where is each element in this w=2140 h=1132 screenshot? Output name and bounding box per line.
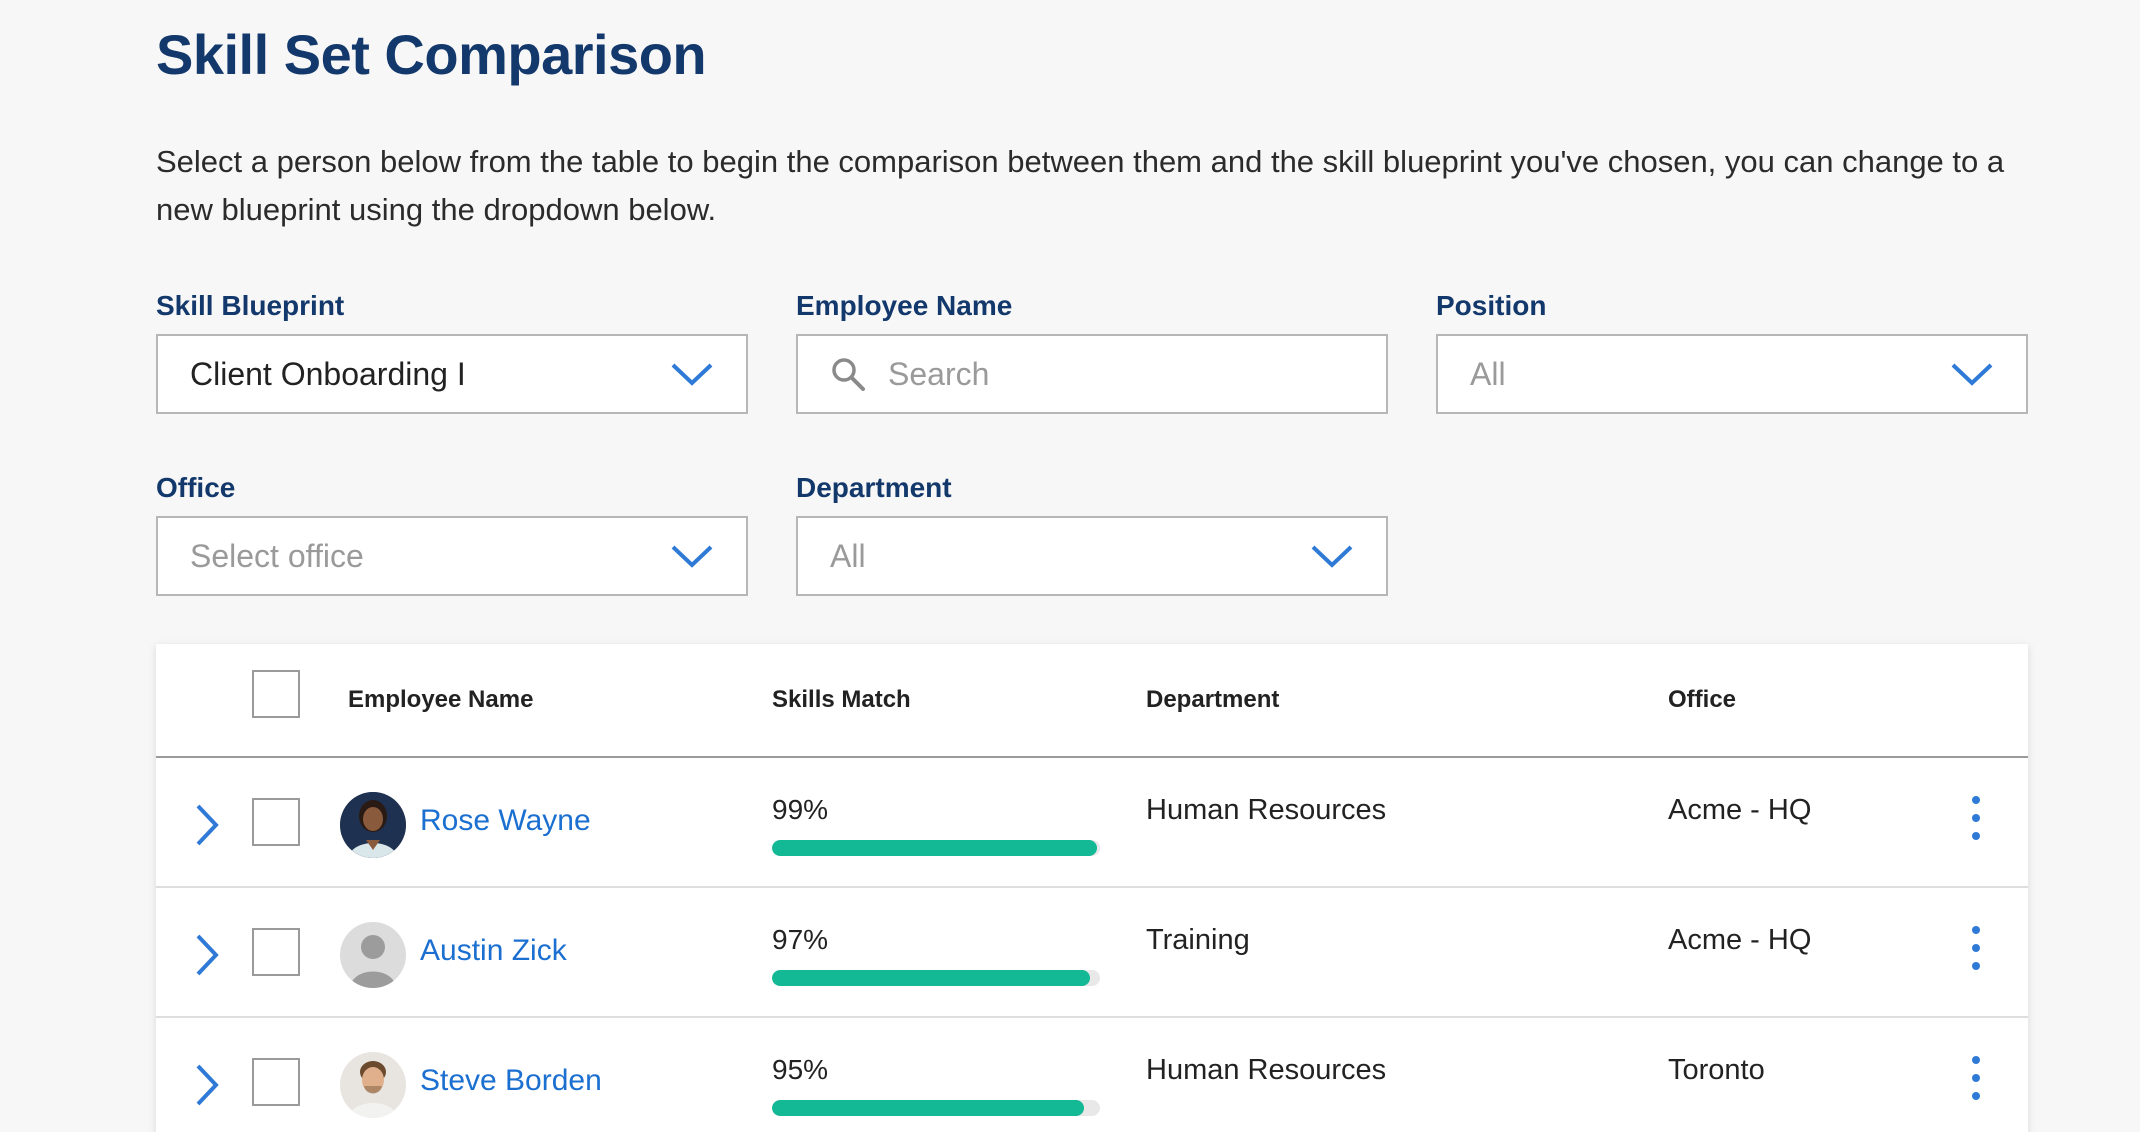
employee-search-input[interactable]: Search bbox=[866, 356, 1354, 393]
skill-blueprint-value: Client Onboarding I bbox=[190, 355, 466, 392]
position-select[interactable]: All bbox=[1436, 334, 2028, 414]
position-label: Position bbox=[1436, 290, 1547, 321]
page: Skill Set Comparison Select a person bel… bbox=[0, 0, 2140, 1132]
office-select[interactable]: Select office bbox=[156, 516, 748, 596]
column-header-office[interactable]: Office bbox=[1668, 686, 1736, 714]
office-cell: Toronto bbox=[1668, 1054, 1765, 1086]
chevron-down-icon bbox=[671, 363, 713, 386]
skills-match-bar bbox=[772, 1100, 1100, 1116]
office-cell: Acme - HQ bbox=[1668, 794, 1812, 826]
column-header-department[interactable]: Department bbox=[1146, 686, 1279, 714]
default-user-icon bbox=[340, 922, 406, 988]
column-header-employee-name[interactable]: Employee Name bbox=[348, 686, 533, 714]
department-cell: Human Resources bbox=[1146, 1054, 1387, 1086]
column-header-skills-match[interactable]: Skills Match bbox=[772, 686, 911, 714]
office-label: Office bbox=[156, 472, 236, 503]
skills-match-bar bbox=[772, 840, 1100, 856]
table-row[interactable]: Rose Wayne 99% Human Resources Acme - HQ bbox=[156, 758, 2028, 888]
more-options-icon[interactable] bbox=[1966, 794, 1986, 842]
row-checkbox[interactable] bbox=[252, 928, 300, 976]
department-label: Department bbox=[796, 472, 952, 503]
office-value: Select office bbox=[190, 537, 364, 574]
department-value: All bbox=[830, 537, 866, 574]
search-icon bbox=[832, 358, 865, 391]
employee-table: Employee Name Skills Match Department Of… bbox=[156, 644, 2028, 1132]
skills-match-bar bbox=[772, 970, 1100, 986]
position-value: All bbox=[1470, 355, 1506, 392]
department-select[interactable]: All bbox=[796, 516, 1388, 596]
man-portrait-icon bbox=[340, 1052, 406, 1118]
row-checkbox[interactable] bbox=[252, 1058, 300, 1106]
office-cell: Acme - HQ bbox=[1668, 924, 1812, 956]
employee-search-field[interactable]: Search bbox=[796, 334, 1388, 414]
table-row[interactable]: Austin Zick 97% Training Acme - HQ bbox=[156, 888, 2028, 1018]
department-cell: Human Resources bbox=[1146, 794, 1387, 826]
chevron-down-icon bbox=[671, 545, 713, 568]
chevron-right-icon[interactable] bbox=[190, 932, 224, 978]
chevron-down-icon bbox=[1311, 545, 1353, 568]
skill-blueprint-label: Skill Blueprint bbox=[156, 290, 345, 321]
department-cell: Training bbox=[1146, 924, 1250, 956]
row-checkbox[interactable] bbox=[252, 798, 300, 846]
avatar bbox=[340, 1052, 406, 1118]
employee-name-link[interactable]: Rose Wayne bbox=[420, 804, 591, 838]
employee-name-link[interactable]: Steve Borden bbox=[420, 1064, 602, 1098]
more-options-icon[interactable] bbox=[1966, 1054, 1986, 1102]
employee-name-link[interactable]: Austin Zick bbox=[420, 934, 567, 968]
chevron-down-icon bbox=[1951, 363, 1993, 386]
skills-match-percent: 97% bbox=[772, 924, 829, 955]
skills-match-bar-fill bbox=[772, 840, 1097, 856]
chevron-right-icon[interactable] bbox=[190, 1062, 224, 1108]
avatar bbox=[340, 922, 406, 988]
avatar bbox=[340, 792, 406, 858]
skills-match-bar-fill bbox=[772, 1100, 1084, 1116]
chevron-right-icon[interactable] bbox=[190, 802, 224, 848]
skills-match-percent: 99% bbox=[772, 794, 829, 825]
table-row[interactable]: Steve Borden 95% Human Resources Toronto bbox=[156, 1018, 2028, 1132]
table-header: Employee Name Skills Match Department Of… bbox=[156, 644, 2028, 758]
skills-match-bar-fill bbox=[772, 970, 1091, 986]
page-intro: Select a person below from the table to … bbox=[156, 144, 2005, 227]
page-title: Skill Set Comparison bbox=[156, 23, 707, 86]
employee-name-label: Employee Name bbox=[796, 290, 1013, 321]
woman-portrait-icon bbox=[340, 792, 406, 858]
skill-blueprint-select[interactable]: Client Onboarding I bbox=[156, 334, 748, 414]
select-all-checkbox[interactable] bbox=[252, 670, 300, 718]
skills-match-percent: 95% bbox=[772, 1054, 829, 1085]
more-options-icon[interactable] bbox=[1966, 924, 1986, 972]
